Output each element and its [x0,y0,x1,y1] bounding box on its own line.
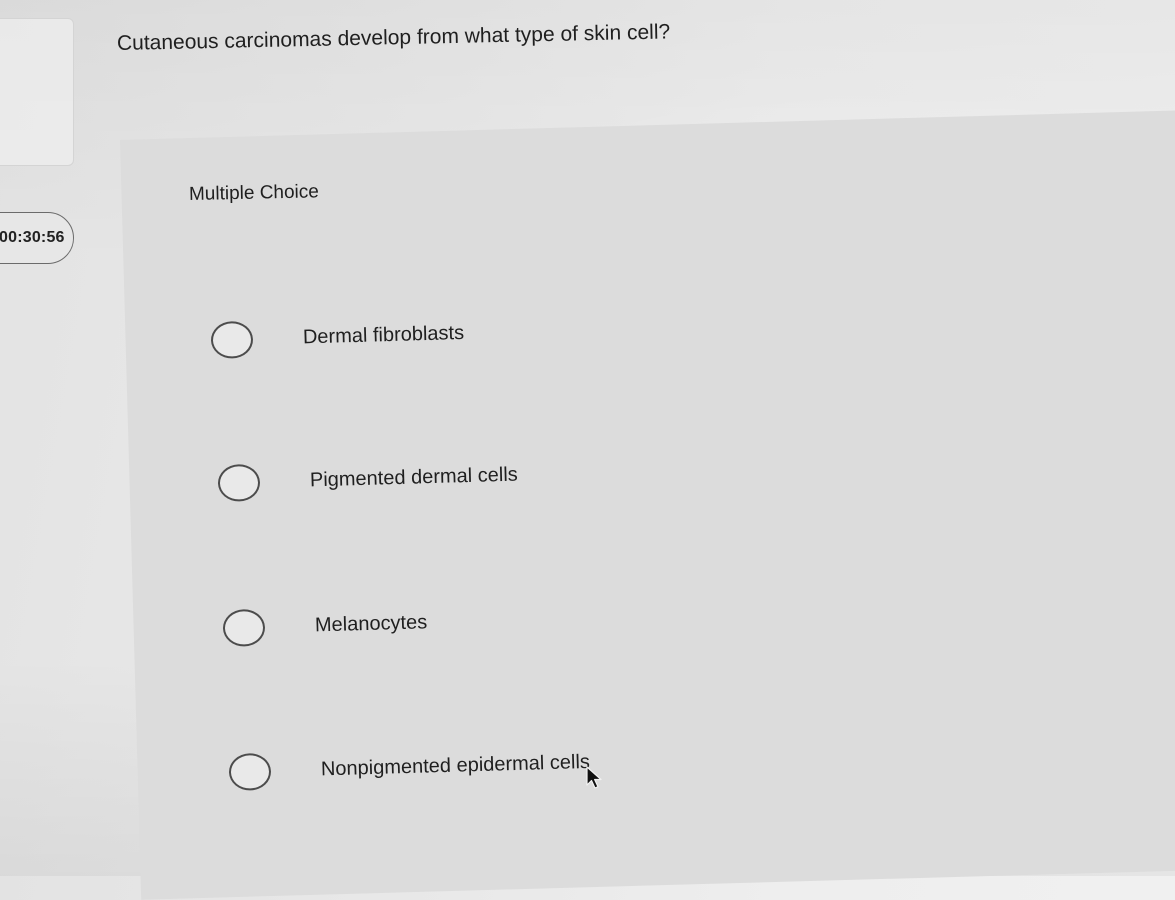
mouse-pointer-icon [586,766,602,789]
radio-unselected-icon[interactable] [210,320,254,359]
choice-label: Pigmented dermal cells [309,463,519,492]
radio-unselected-icon[interactable] [217,463,261,502]
question-prompt: Cutaneous carcinomas develop from what t… [116,20,671,55]
question-number-box: 4 [0,18,74,166]
choice-label: Nonpigmented epidermal cells [320,750,591,781]
question-type-label: Multiple Choice [188,181,320,205]
radio-unselected-icon[interactable] [222,608,266,647]
choice-melanocytes[interactable]: Melanocytes [222,604,427,647]
choice-label: Dermal fibroblasts [302,321,465,349]
choice-label: Melanocytes [314,611,428,637]
timer-badge: 00:30:56 [0,212,74,264]
timer-text: 00:30:56 [0,229,65,246]
choice-dermal-fibroblasts[interactable]: Dermal fibroblasts [210,315,464,359]
radio-unselected-icon[interactable] [228,752,272,791]
